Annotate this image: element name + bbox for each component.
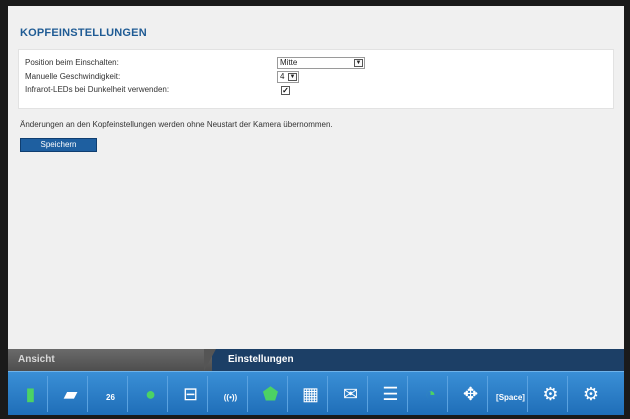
toolbar-button-time[interactable]: ◔ xyxy=(414,376,448,412)
toolbar-button-head[interactable]: ✥ xyxy=(454,376,488,412)
gear-arrow-icon: ⚙ xyxy=(582,384,600,404)
toolbar-button-users[interactable]: ● xyxy=(134,376,168,412)
calendar-icon: 26 xyxy=(106,393,115,402)
storage-icon: ☰ xyxy=(382,384,399,404)
toolbar-button-network[interactable]: ⊟ xyxy=(174,376,208,412)
toolbar-button-schedule[interactable]: 26 xyxy=(94,376,128,412)
info-text: Änderungen an den Kopfeinstellungen werd… xyxy=(20,120,333,129)
settings-page: KOPFEINSTELLUNGEN Position beim Einschal… xyxy=(8,6,624,349)
toolbar-button-camera[interactable]: ▰ xyxy=(54,376,88,412)
position-select[interactable]: Mitte ▼ xyxy=(277,57,365,69)
position-label: Position beim Einschalten: xyxy=(25,58,119,67)
toolbar-button-web[interactable]: ▦ xyxy=(294,376,328,412)
tab-bar: Ansicht Einstellungen xyxy=(8,349,624,371)
toolbar-button-update[interactable]: ⚙ xyxy=(574,376,608,412)
traffic-light-icon: ▮ xyxy=(25,384,36,404)
speed-select[interactable]: 4 ▼ xyxy=(277,71,299,83)
toolbar-button-security[interactable]: ⬟ xyxy=(254,376,288,412)
toolbar-button-mail[interactable]: ✉ xyxy=(334,376,368,412)
page-title: KOPFEINSTELLUNGEN xyxy=(20,27,147,39)
space-icon: [Space] xyxy=(496,393,525,402)
ir-checkbox[interactable]: ✓ xyxy=(281,86,290,95)
chevron-down-icon: ▼ xyxy=(288,73,297,81)
tab-divider xyxy=(204,349,216,371)
camera-icon: ▰ xyxy=(63,384,78,404)
clock-icon: ◔ xyxy=(425,384,436,404)
head-settings-panel: Position beim Einschalten: Mitte ▼ Manue… xyxy=(18,49,614,109)
chevron-down-icon: ▼ xyxy=(354,59,363,67)
toolbar-button-system[interactable]: ⚙ xyxy=(534,376,568,412)
toolbar-button-wireless[interactable]: ((•)) xyxy=(214,376,248,412)
user-icon: ● xyxy=(145,384,156,404)
ir-label: Infrarot-LEDs bei Dunkelheit verwenden: xyxy=(25,85,170,94)
tab-ansicht[interactable]: Ansicht xyxy=(8,349,212,371)
save-button[interactable]: Speichern xyxy=(20,138,97,152)
toolbar-button-space[interactable]: [Space] xyxy=(494,376,528,412)
toolbar-button-storage[interactable]: ☰ xyxy=(374,376,408,412)
position-value: Mitte xyxy=(280,58,298,67)
move-icon: ✥ xyxy=(462,384,479,404)
network-icon: ⊟ xyxy=(182,384,199,404)
gear-icon: ⚙ xyxy=(542,384,559,404)
wireless-icon: ((•)) xyxy=(223,393,238,402)
web-icon: ▦ xyxy=(301,384,319,404)
app-frame: KOPFEINSTELLUNGEN Position beim Einschal… xyxy=(8,6,624,415)
speed-value: 4 xyxy=(280,72,285,81)
tab-einstellungen[interactable]: Einstellungen xyxy=(228,349,294,371)
toolbar-button-status[interactable]: ▮ xyxy=(14,376,48,412)
mail-icon: ✉ xyxy=(342,384,359,404)
speed-label: Manuelle Geschwindigkeit: xyxy=(25,72,121,81)
shield-icon: ⬟ xyxy=(262,384,279,404)
settings-toolbar: ▮ ▰ 26 ● ⊟ ((•)) ⬟ ▦ ✉ ☰ ◔ ✥ [Space] ⚙ ⚙ xyxy=(8,371,624,415)
